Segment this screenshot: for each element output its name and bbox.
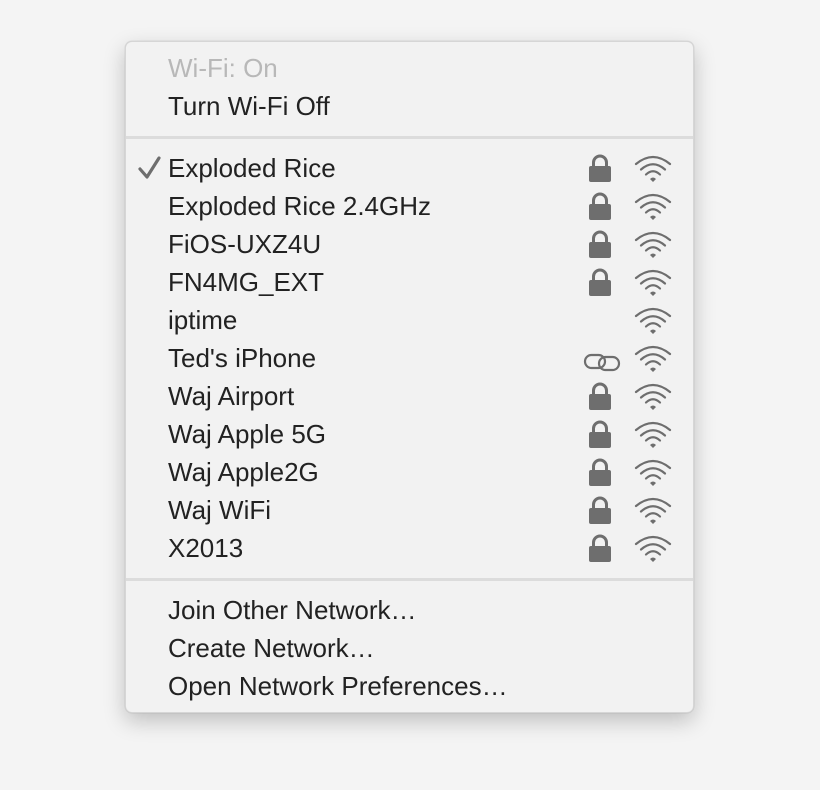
lock-icon <box>587 381 613 411</box>
network-name: FiOS-UXZ4U <box>168 229 322 259</box>
network-name: FN4MG_EXT <box>168 267 325 297</box>
wifi-status-label: Wi-Fi: On <box>168 53 278 83</box>
create-network-item[interactable]: Create Network… <box>126 629 693 667</box>
network-name: iptime <box>168 305 238 335</box>
personal-hotspot-icon <box>583 346 623 372</box>
network-name: Waj Apple2G <box>168 457 319 487</box>
lock-icon <box>587 267 613 297</box>
network-name: Waj WiFi <box>168 495 272 525</box>
network-name: Waj Apple 5G <box>168 419 327 449</box>
network-item[interactable]: Exploded Rice <box>126 149 693 187</box>
wifi-signal-icon <box>634 535 672 563</box>
lock-icon <box>587 191 613 221</box>
open-network-preferences-item[interactable]: Open Network Preferences… <box>126 667 693 705</box>
network-name: Ted's iPhone <box>168 343 317 373</box>
network-item[interactable]: FiOS-UXZ4U <box>126 225 693 263</box>
network-item[interactable]: Waj Apple2G <box>126 453 693 491</box>
wifi-signal-icon <box>634 345 672 373</box>
network-name: Waj Airport <box>168 381 295 411</box>
wifi-signal-icon <box>634 269 672 297</box>
wifi-signal-icon <box>634 497 672 525</box>
checkmark-icon <box>137 149 163 187</box>
network-item[interactable]: FN4MG_EXT <box>126 263 693 301</box>
lock-icon <box>587 153 613 183</box>
network-item[interactable]: Waj Apple 5G <box>126 415 693 453</box>
wifi-menu: Wi-Fi: On Turn Wi-Fi Off Exploded Rice Ex… <box>125 41 694 713</box>
wifi-signal-icon <box>634 231 672 259</box>
separator <box>126 578 693 581</box>
separator <box>126 136 693 139</box>
join-other-network-item[interactable]: Join Other Network… <box>126 591 693 629</box>
network-item[interactable]: Waj WiFi <box>126 491 693 529</box>
lock-icon <box>587 419 613 449</box>
lock-icon <box>587 229 613 259</box>
network-name: Exploded Rice 2.4GHz <box>168 191 432 221</box>
network-name: X2013 <box>168 533 244 563</box>
wifi-signal-icon <box>634 155 672 183</box>
network-item[interactable]: Waj Airport <box>126 377 693 415</box>
lock-icon <box>587 495 613 525</box>
network-name: Exploded Rice <box>168 153 336 183</box>
turn-wifi-off-item[interactable]: Turn Wi-Fi Off <box>126 87 693 125</box>
network-item[interactable]: Exploded Rice 2.4GHz <box>126 187 693 225</box>
wifi-signal-icon <box>634 383 672 411</box>
wifi-signal-icon <box>634 459 672 487</box>
network-item[interactable]: X2013 <box>126 529 693 567</box>
wifi-signal-icon <box>634 193 672 221</box>
network-item[interactable]: Ted's iPhone <box>126 339 693 377</box>
wifi-signal-icon <box>634 421 672 449</box>
wifi-signal-icon <box>634 307 672 335</box>
network-item[interactable]: iptime <box>126 301 693 339</box>
lock-icon <box>587 533 613 563</box>
lock-icon <box>587 457 613 487</box>
